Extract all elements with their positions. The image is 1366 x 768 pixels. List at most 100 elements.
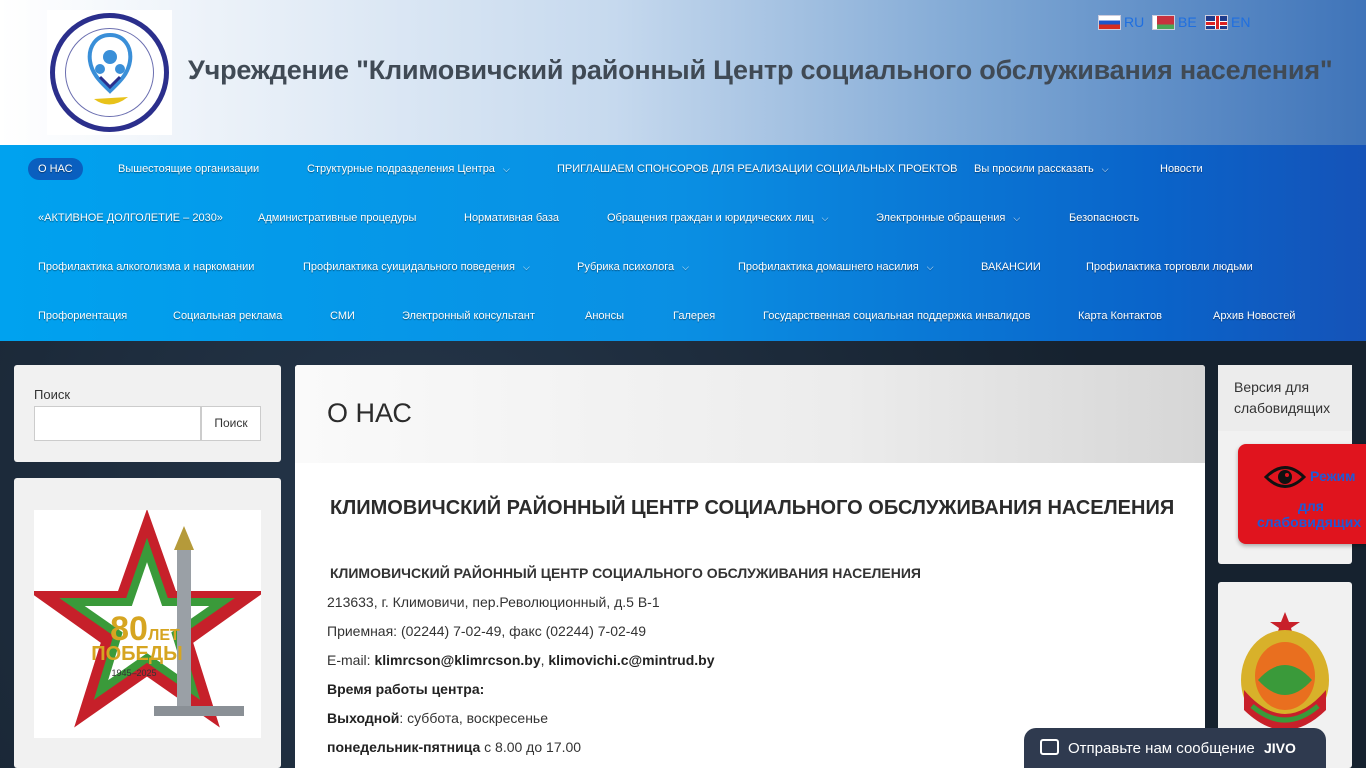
lang-be-link[interactable]: BE bbox=[1152, 14, 1197, 30]
nav-item-contacts-map[interactable]: Карта Контактов bbox=[1078, 305, 1162, 327]
nav-label: Карта Контактов bbox=[1078, 310, 1162, 322]
search-label: Поиск bbox=[34, 387, 71, 402]
chat-widget[interactable]: Отправьте нам сообщение JIVO bbox=[1024, 728, 1326, 768]
lang-be-label: BE bbox=[1178, 14, 1197, 30]
nav-item-sponsors[interactable]: ПРИГЛАШАЕМ СПОНСОРОВ ДЛЯ РЕАЛИЗАЦИИ СОЦИ… bbox=[557, 158, 958, 180]
hours-heading: Время работы центра: bbox=[327, 681, 484, 697]
dayoff-label: Выходной bbox=[327, 710, 400, 726]
chevron-down-icon: ⌵ bbox=[502, 164, 510, 174]
nav-label: Галерея bbox=[673, 310, 716, 322]
nav-label: Структурные подразделения Центра bbox=[307, 163, 495, 175]
nav-label: Электронный консультант bbox=[402, 310, 535, 322]
nav-item-news[interactable]: Новости bbox=[1160, 158, 1203, 180]
visually-impaired-mode-button[interactable]: Режим для слабовидящих bbox=[1238, 444, 1366, 544]
nav-label: Профилактика суицидального поведения bbox=[303, 261, 516, 273]
victory-80-years-banner[interactable]: 80 ЛЕТ ПОБЕДЫ 1945–2025 bbox=[34, 510, 261, 738]
nav-item-career-guidance[interactable]: Профориентация bbox=[38, 305, 127, 327]
vi-widget-title: Версия для слабовидящих bbox=[1234, 379, 1331, 416]
search-widget: Поиск Поиск bbox=[14, 365, 281, 462]
email-link-1[interactable]: klimrcson@klimrcson.by bbox=[374, 652, 540, 668]
nav-item-vacancies[interactable]: ВАКАНСИИ bbox=[981, 256, 1041, 278]
site-header: Учреждение "Климовичский районный Центр … bbox=[0, 0, 1366, 145]
ru-flag-icon bbox=[1098, 14, 1121, 30]
message-icon bbox=[1040, 739, 1059, 755]
nav-label: Вы просили рассказать bbox=[974, 163, 1094, 175]
weekdays-label: понедельник-пятница bbox=[327, 739, 481, 755]
nav-item-disability-support[interactable]: Государственная социальная поддержка инв… bbox=[763, 305, 1030, 327]
nav-item-o-nas[interactable]: О НАС bbox=[28, 158, 83, 180]
nav-item-normative-base[interactable]: Нормативная база bbox=[464, 207, 559, 229]
nav-label: ВАКАНСИИ bbox=[981, 261, 1041, 273]
vi-button-line1: Режим bbox=[1310, 468, 1356, 484]
chevron-down-icon: ⌵ bbox=[682, 262, 689, 272]
nav-item-you-asked[interactable]: Вы просили рассказать ⌵ bbox=[974, 158, 1109, 180]
nav-label: Рубрика психолога bbox=[577, 261, 675, 273]
nav-item-social-ads[interactable]: Социальная реклама bbox=[173, 305, 282, 327]
main-content: О НАС КЛИМОВИЧСКИЙ РАЙОННЫЙ ЦЕНТР СОЦИАЛ… bbox=[295, 365, 1205, 768]
org-phone: Приемная: (02244) 7-02-49, факс (02244) … bbox=[327, 623, 647, 639]
nav-item-active-longevity[interactable]: «АКТИВНОЕ ДОЛГОЛЕТИЕ – 2030» bbox=[38, 207, 223, 229]
chevron-down-icon: ⌵ bbox=[821, 213, 829, 223]
chevron-down-icon: ⌵ bbox=[523, 262, 530, 272]
lang-en-link[interactable]: EN bbox=[1205, 14, 1250, 30]
lang-en-label: EN bbox=[1231, 14, 1251, 30]
nav-label: «АКТИВНОЕ ДОЛГОЛЕТИЕ – 2030» bbox=[38, 212, 223, 224]
vi-button-line3: слабовидящих bbox=[1257, 514, 1362, 530]
nav-item-higher-orgs[interactable]: Вышестоящие организации bbox=[118, 158, 259, 180]
nav-item-alcoholism-prevention[interactable]: Профилактика алкоголизма и наркомании bbox=[38, 256, 254, 278]
nav-item-gallery[interactable]: Галерея bbox=[673, 305, 715, 327]
victory-banner-widget: 80 ЛЕТ ПОБЕДЫ 1945–2025 bbox=[14, 478, 281, 768]
nav-item-media[interactable]: СМИ bbox=[330, 305, 355, 327]
nav-item-electronic-appeals[interactable]: Электронные обращения ⌵ bbox=[876, 207, 1020, 229]
weekdays-line: понедельник-пятница с 8.00 до 17.00 bbox=[327, 739, 581, 755]
lang-ru-link[interactable]: RU bbox=[1098, 14, 1144, 30]
nav-label: Профилактика торговли людьми bbox=[1086, 261, 1253, 273]
nav-label: Профилактика домашнего насилия bbox=[738, 261, 919, 273]
nav-label: Безопасность bbox=[1069, 212, 1140, 224]
nav-label: Новости bbox=[1160, 163, 1203, 175]
email-link-2[interactable]: klimovichi.c@mintrud.by bbox=[548, 652, 714, 668]
nav-label: Социальная реклама bbox=[173, 310, 283, 322]
nav-label: Электронные обращения bbox=[876, 212, 1006, 224]
victory-word-years: ЛЕТ bbox=[148, 627, 180, 644]
chat-prompt: Отправьте нам сообщение bbox=[1068, 740, 1255, 757]
people-hands-icon bbox=[87, 32, 133, 105]
logo-emblem bbox=[65, 28, 154, 117]
nav-item-admin-procedures[interactable]: Административные процедуры bbox=[258, 207, 416, 229]
gb-flag-icon bbox=[1205, 14, 1228, 30]
email-label: E-mail: bbox=[327, 652, 375, 668]
nav-item-announcements[interactable]: Анонсы bbox=[585, 305, 624, 327]
page-title: О НАС bbox=[327, 398, 412, 428]
nav-item-suicide-prevention[interactable]: Профилактика суицидального поведения ⌵ bbox=[303, 256, 530, 278]
nav-item-e-consultant[interactable]: Электронный консультант bbox=[402, 305, 535, 327]
nav-item-structural-units[interactable]: Структурные подразделения Центра ⌵ bbox=[307, 158, 510, 180]
nav-item-domestic-violence[interactable]: Профилактика домашнего насилия ⌵ bbox=[738, 256, 934, 278]
nav-item-trafficking-prevention[interactable]: Профилактика торговли людьми bbox=[1086, 256, 1253, 278]
jivo-logo: JIVO bbox=[1264, 740, 1296, 756]
chevron-down-icon: ⌵ bbox=[1013, 213, 1021, 223]
by-flag-icon bbox=[1152, 14, 1175, 30]
nav-label: СМИ bbox=[330, 310, 355, 322]
site-title[interactable]: Учреждение "Климовичский районный Центр … bbox=[188, 55, 1333, 86]
nav-item-psychologist[interactable]: Рубрика психолога ⌵ bbox=[577, 256, 689, 278]
nav-item-news-archive[interactable]: Архив Новостей bbox=[1213, 305, 1295, 327]
dayoff-value: : суббота, воскресенье bbox=[399, 710, 549, 726]
org-subheading: КЛИМОВИЧСКИЙ РАЙОННЫЙ ЦЕНТР СОЦИАЛЬНОГО … bbox=[330, 565, 921, 581]
nav-label: Вышестоящие организации bbox=[118, 163, 260, 175]
belarus-coat-of-arms-icon[interactable] bbox=[1238, 610, 1332, 740]
victory-years: 1945–2025 bbox=[111, 668, 156, 678]
nav-item-citizen-appeals[interactable]: Обращения граждан и юридических лиц ⌵ bbox=[607, 207, 828, 229]
nav-label: ПРИГЛАШАЕМ СПОНСОРОВ ДЛЯ РЕАЛИЗАЦИИ СОЦИ… bbox=[557, 163, 958, 175]
victory-word: ПОБЕДЫ bbox=[91, 643, 182, 665]
main-navigation: О НАС Вышестоящие организации Структурны… bbox=[0, 145, 1366, 341]
nav-label: Профилактика алкоголизма и наркомании bbox=[38, 261, 255, 273]
nav-item-safety[interactable]: Безопасность bbox=[1069, 207, 1139, 229]
nav-label: Нормативная база bbox=[464, 212, 560, 224]
nav-label: Обращения граждан и юридических лиц bbox=[607, 212, 814, 224]
hours-heading-text: Время работы центра: bbox=[327, 681, 485, 697]
site-logo[interactable] bbox=[47, 10, 172, 135]
search-button[interactable]: Поиск bbox=[201, 406, 261, 441]
search-input[interactable] bbox=[34, 406, 201, 441]
org-heading: КЛИМОВИЧСКИЙ РАЙОННЫЙ ЦЕНТР СОЦИАЛЬНОГО … bbox=[330, 497, 1175, 519]
nav-label: Архив Новостей bbox=[1213, 310, 1296, 322]
